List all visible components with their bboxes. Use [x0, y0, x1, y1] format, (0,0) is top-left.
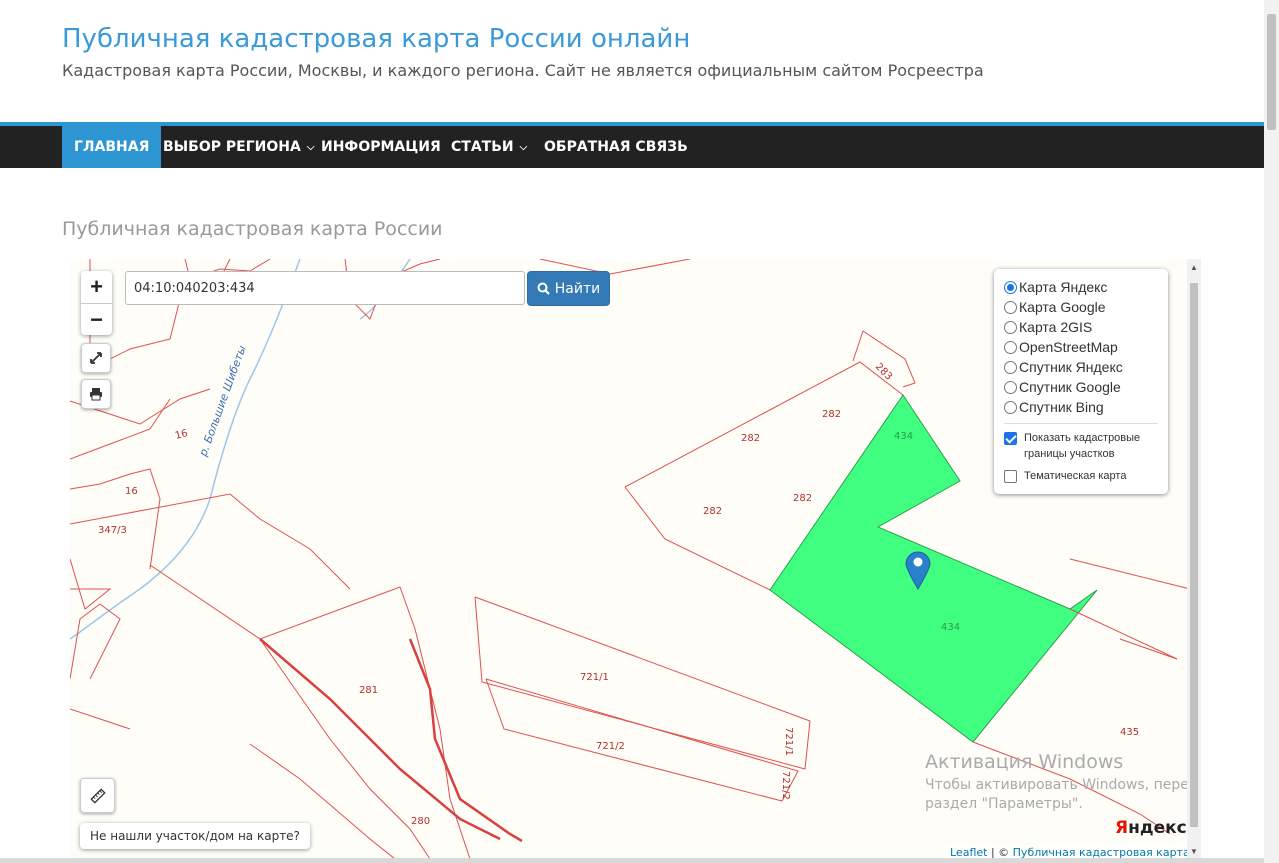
search-icon — [537, 282, 550, 295]
search-button[interactable]: Найти — [527, 271, 610, 306]
fullscreen-button[interactable] — [81, 343, 111, 373]
printer-icon — [90, 388, 102, 401]
cadastral-map[interactable]: 283 282 282 282 282 434 434 435 16 16 34… — [70, 259, 1201, 863]
nav-item-home[interactable]: ГЛАВНАЯ — [62, 126, 162, 168]
plot-label: 721/2 — [596, 741, 625, 752]
radio-button[interactable] — [1004, 360, 1017, 374]
not-found-button[interactable]: Не нашли участок/дом на карте? — [80, 823, 310, 849]
overlay-cadastral-borders[interactable]: Показать кадастровые границы участков — [1004, 430, 1158, 462]
plot-label: 282 — [793, 493, 812, 504]
plot-label: 282 — [822, 409, 841, 420]
plot-label: 721/1 — [580, 672, 609, 683]
plot-label: 280 — [411, 816, 430, 827]
layers-control: Карта Яндекс Карта Google Карта 2GIS Ope… — [994, 269, 1168, 494]
cadastral-number-input[interactable] — [125, 271, 525, 305]
measure-button[interactable] — [80, 778, 115, 813]
print-button[interactable] — [81, 379, 111, 409]
map-scroll-thumb[interactable] — [1190, 283, 1198, 827]
expand-icon — [90, 352, 102, 364]
windows-activation-text: Чтобы активировать Windows, перейдите в … — [925, 777, 1201, 812]
plot-label: 721/2 — [780, 771, 791, 800]
base-map-google-satellite[interactable]: Спутник Google — [1004, 377, 1158, 397]
site-title[interactable]: Публичная кадастровая карта России онлай… — [62, 24, 690, 54]
plot-label: 435 — [1120, 727, 1139, 738]
radio-button[interactable] — [1004, 340, 1017, 354]
base-map-yandex[interactable]: Карта Яндекс — [1004, 277, 1158, 297]
plot-label: 282 — [703, 506, 722, 517]
radio-button[interactable] — [1004, 280, 1017, 294]
search-button-label: Найти — [554, 280, 601, 297]
nav-item-info[interactable]: ИНФОРМАЦИЯ — [309, 126, 453, 168]
radio-button[interactable] — [1004, 400, 1017, 414]
plot-label: 16 — [125, 486, 138, 497]
river-label: р. Большие Шибеты — [196, 344, 249, 459]
plot-label: 282 — [741, 433, 760, 444]
plot-label: 721/1 — [783, 727, 794, 756]
plot-label: 347/3 — [98, 525, 127, 536]
base-map-yandex-satellite[interactable]: Спутник Яндекс — [1004, 357, 1158, 377]
base-map-osm[interactable]: OpenStreetMap — [1004, 337, 1158, 357]
zoom-out-button[interactable]: − — [81, 303, 112, 335]
plot-label: 283 — [873, 361, 894, 382]
scroll-up-arrow-icon[interactable]: ▲ — [1190, 263, 1198, 272]
site-description: Кадастровая карта России, Москвы, и кажд… — [62, 61, 984, 80]
layers-divider — [1004, 423, 1158, 424]
windows-activation-title: Активация Windows — [925, 751, 1124, 773]
plot-label: 16 — [174, 428, 189, 442]
page-scrollbar[interactable] — [1264, 0, 1279, 863]
base-map-google[interactable]: Карта Google — [1004, 297, 1158, 317]
base-map-bing-satellite[interactable]: Спутник Bing — [1004, 397, 1158, 417]
nav-item-articles[interactable]: СТАТЬИ ⌵ — [439, 126, 539, 168]
plot-label: 281 — [359, 685, 378, 696]
radio-button[interactable] — [1004, 380, 1017, 394]
page-scroll-thumb[interactable] — [1267, 14, 1276, 130]
scroll-down-arrow-icon[interactable]: ▼ — [1190, 847, 1198, 856]
nav-item-feedback[interactable]: ОБРАТНАЯ СВЯЗЬ — [532, 126, 700, 168]
zoom-controls: + − — [81, 271, 112, 335]
checkbox[interactable] — [1004, 470, 1017, 483]
yandex-logo: Яндекс — [1115, 818, 1187, 838]
plot-label: 434 — [894, 431, 913, 442]
base-map-2gis[interactable]: Карта 2GIS — [1004, 317, 1158, 337]
bottom-scroll-strip — [0, 858, 1264, 863]
plot-label: 434 — [941, 622, 960, 633]
page-heading: Публичная кадастровая карта России — [62, 218, 443, 240]
zoom-in-button[interactable]: + — [81, 271, 112, 303]
map-scrollbar[interactable]: ▲ ▼ — [1187, 259, 1201, 863]
chevron-down-icon: ⌵ — [519, 142, 528, 153]
radio-button[interactable] — [1004, 300, 1017, 314]
overlay-thematic-map[interactable]: Тематическая карта — [1004, 468, 1158, 484]
ruler-icon — [89, 787, 106, 804]
nav-item-region[interactable]: ВЫБОР РЕГИОНА ⌵ — [151, 126, 326, 168]
checkbox[interactable] — [1004, 432, 1017, 445]
radio-button[interactable] — [1004, 320, 1017, 334]
